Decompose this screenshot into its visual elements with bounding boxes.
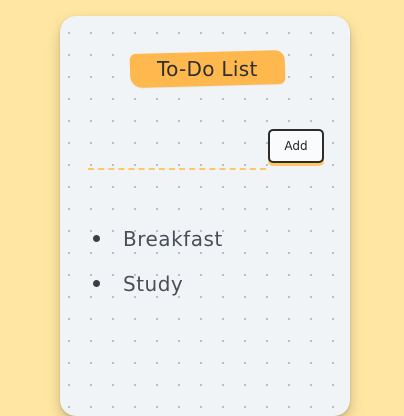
bullet-icon <box>93 280 100 287</box>
todo-item-label: Breakfast <box>123 226 223 251</box>
todo-item-label: Study <box>123 271 184 296</box>
page-title: To-Do List <box>157 57 258 82</box>
todo-card: To-Do List Add Breakfast Study <box>60 16 350 416</box>
todo-item-study[interactable]: Study <box>88 261 223 306</box>
title-tag: To-Do List <box>129 49 286 89</box>
input-underline-divider <box>88 168 266 170</box>
bullet-icon <box>93 235 100 242</box>
todo-list: Breakfast Study <box>88 216 223 306</box>
add-button[interactable]: Add <box>268 129 324 163</box>
todo-item-breakfast[interactable]: Breakfast <box>88 216 223 261</box>
